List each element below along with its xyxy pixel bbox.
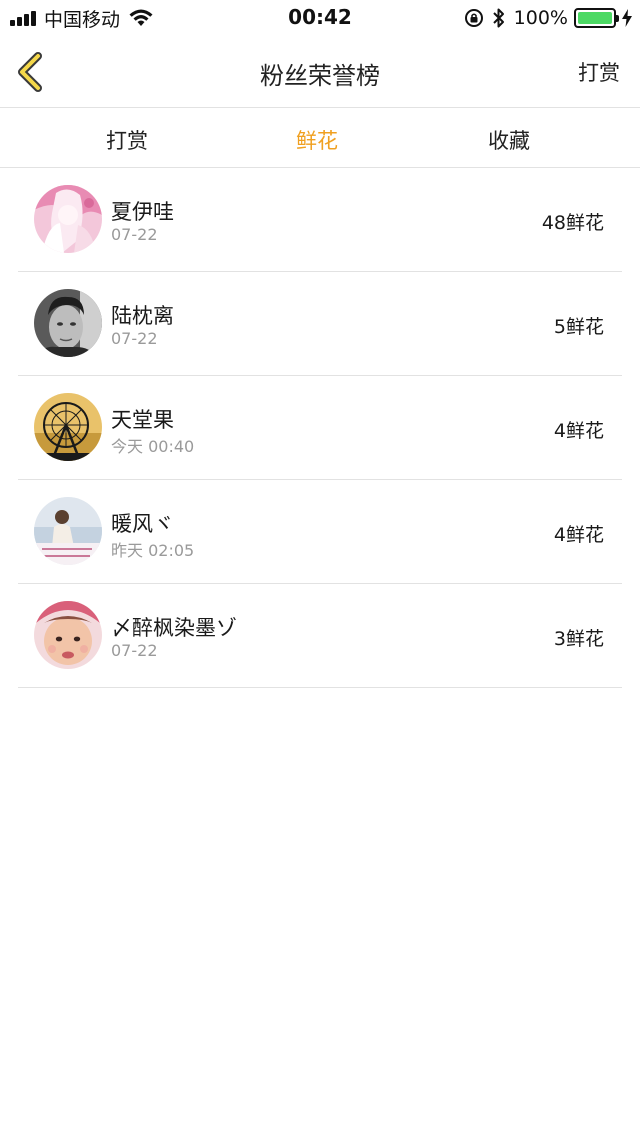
flower-count: 48鲜花 [541,212,604,234]
list-item[interactable]: 〆醉枫染墨ゾ 07-22 3鲜花 [18,584,622,688]
fan-name: 天堂果 [111,408,174,432]
bluetooth-icon [492,8,504,28]
tab-flowers[interactable]: 鲜花 [296,125,338,155]
fan-list: 夏伊哇 07-22 48鲜花 陆枕离 07-22 5鲜花 天堂果 今天 00:4… [0,168,640,688]
battery-fill [578,12,612,24]
fan-name: 〆醉枫染墨ゾ [111,616,237,640]
avatar[interactable] [34,497,102,565]
avatar[interactable] [34,601,102,669]
avatar[interactable] [34,289,102,357]
avatar-man-portrait-image [34,289,102,357]
avatar-baby-face-image [34,601,102,669]
tab-bar: 打赏 鲜花 收藏 [0,108,640,168]
reward-button[interactable]: 打赏 [578,57,620,87]
nav-bar: 粉丝荣誉榜 打赏 [0,36,640,108]
charging-bolt-icon [622,9,632,27]
flower-count: 4鲜花 [553,420,604,442]
fan-time: 昨天 02:05 [111,541,195,560]
fan-name: 陆枕离 [111,304,174,328]
status-right: 100% [464,6,632,30]
tab-reward[interactable]: 打赏 [106,125,148,155]
flower-count: 4鲜花 [553,524,604,546]
list-item[interactable]: 暖风ヾ 昨天 02:05 4鲜花 [18,480,622,584]
orientation-lock-icon [464,9,483,27]
list-item[interactable]: 夏伊哇 07-22 48鲜花 [18,168,622,272]
avatar[interactable] [34,185,102,253]
list-item[interactable]: 天堂果 今天 00:40 4鲜花 [18,376,622,480]
status-bar: 中国移动 00:42 100% [0,0,640,36]
tab-favorites[interactable]: 收藏 [488,125,530,155]
fan-name: 夏伊哇 [111,200,174,224]
battery-percent: 100% [513,7,568,29]
battery-icon [574,8,619,28]
fan-time: 07-22 [111,329,158,348]
list-item[interactable]: 陆枕离 07-22 5鲜花 [18,272,622,376]
fan-time: 07-22 [111,225,158,244]
flower-count: 5鲜花 [553,316,604,338]
avatar-ferris-wheel-image [34,393,102,461]
avatar[interactable] [34,393,102,461]
avatar-anime-girl-image [34,185,102,253]
fan-time: 07-22 [111,641,158,660]
fan-name: 暖风ヾ [111,512,174,536]
page-title: 粉丝荣誉榜 [260,62,380,90]
fan-time: 今天 00:40 [111,437,195,456]
flower-count: 3鲜花 [553,628,604,650]
avatar-girl-seaside-image [34,497,102,565]
